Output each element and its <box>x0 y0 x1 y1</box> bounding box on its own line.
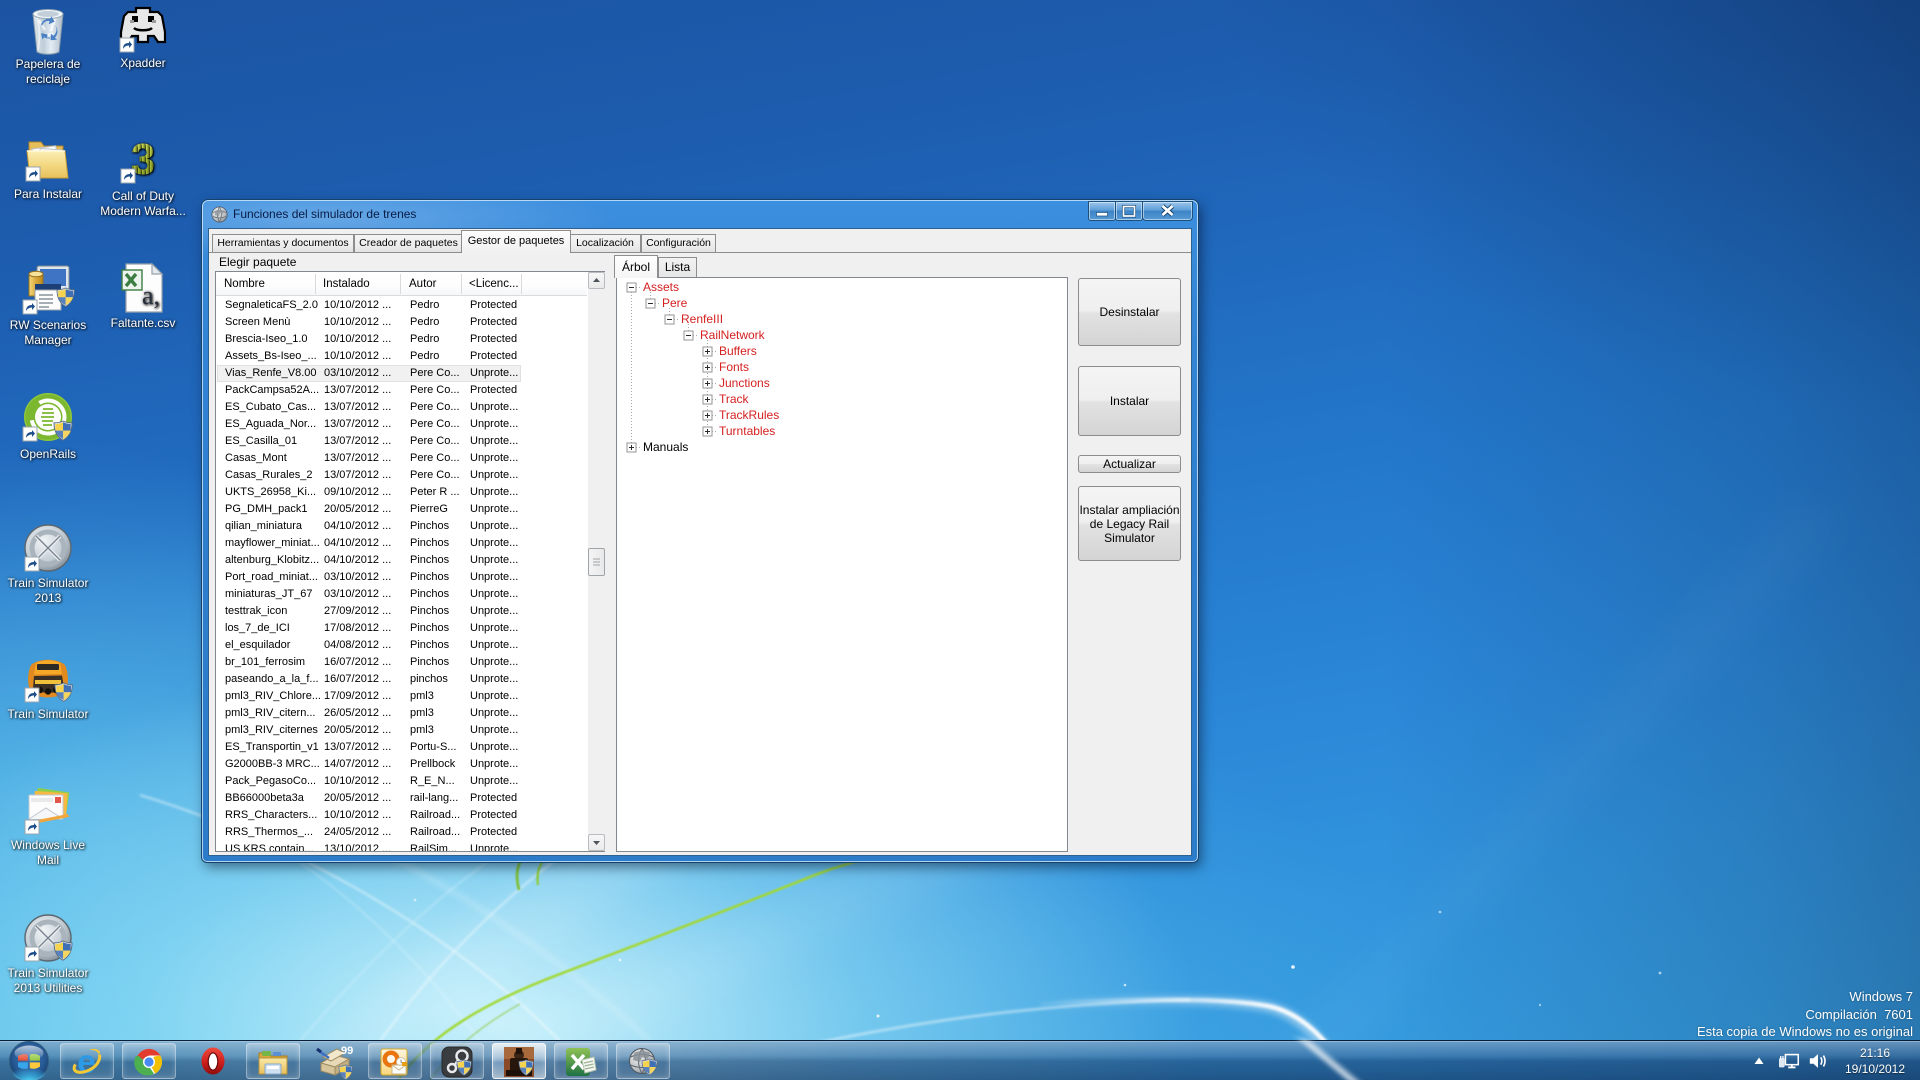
svg-text:a,: a, <box>142 281 160 310</box>
svg-text:99: 99 <box>341 1045 353 1057</box>
